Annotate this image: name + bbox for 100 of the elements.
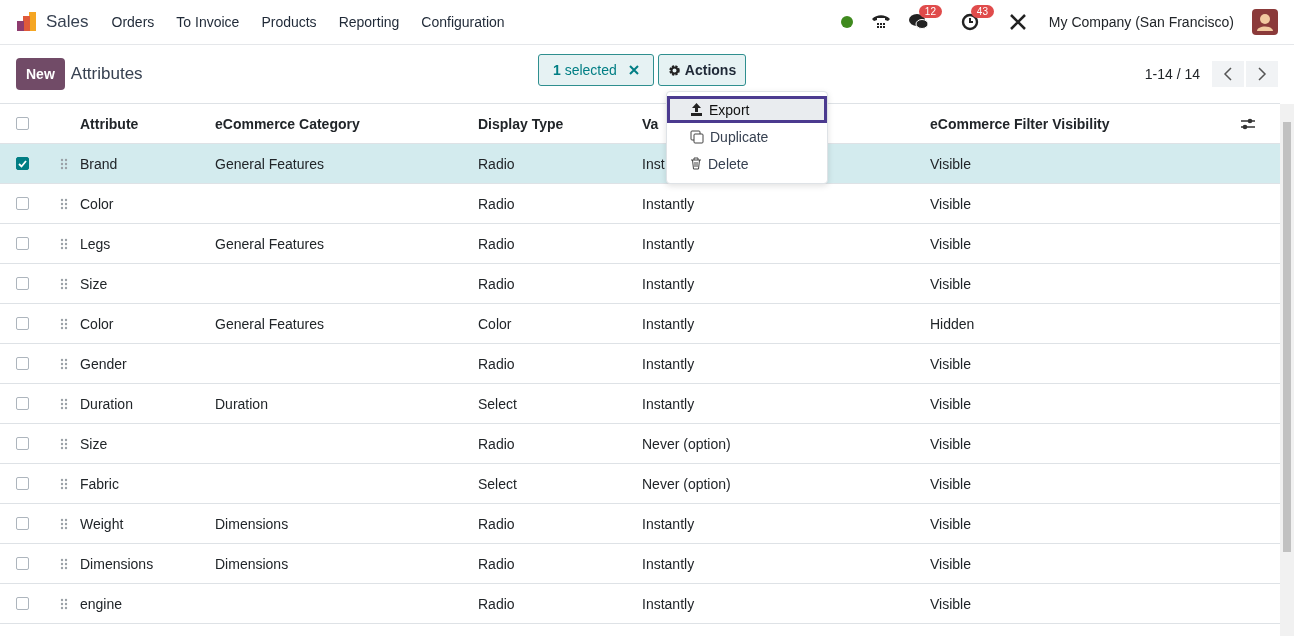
selection-button[interactable]: 1 selected [538, 54, 654, 86]
table-cell: Visible [930, 475, 971, 492]
row-checkbox[interactable] [16, 317, 29, 330]
row-checkbox[interactable] [16, 557, 29, 570]
table-cell: Visible [930, 595, 971, 612]
table-cell: Duration [215, 395, 268, 412]
copy-icon [690, 129, 704, 144]
menu-item[interactable]: Products [250, 14, 328, 30]
drag-handle-icon[interactable] [60, 597, 68, 610]
table-cell: Dimensions [215, 555, 289, 572]
activity-count-badge: 43 [970, 5, 994, 18]
table-cell: Never (option) [642, 475, 731, 492]
table-cell: Instantly [642, 275, 695, 292]
table-cell: Weight [80, 515, 124, 532]
table-cell: Radio [478, 275, 515, 292]
company-name[interactable]: My Company (San Francisco) [1048, 14, 1234, 30]
actions-button[interactable]: Actions [657, 54, 747, 86]
table-cell: Legs [80, 235, 111, 252]
new-button[interactable]: New [16, 58, 65, 90]
drag-handle-icon[interactable] [60, 317, 68, 330]
app-name[interactable]: Sales [46, 12, 89, 32]
table-cell: Radio [478, 235, 515, 252]
table-cell: Gender [80, 355, 127, 372]
menu-item[interactable]: Configuration [410, 14, 516, 30]
phone-icon[interactable] [870, 13, 891, 31]
pager-value[interactable]: 1-14 / 14 [1144, 66, 1200, 82]
row-checkbox[interactable] [16, 517, 29, 530]
table-cell: Radio [478, 355, 515, 372]
drag-handle-icon[interactable] [60, 357, 68, 370]
row-checkbox[interactable] [16, 237, 29, 250]
chevron-right-icon [1257, 67, 1267, 81]
scrollbar[interactable] [1280, 104, 1294, 636]
table-cell: Color [80, 315, 114, 332]
menu-item[interactable]: To Invoice [165, 14, 251, 30]
app-logo[interactable] [16, 11, 38, 33]
table-cell: Radio [478, 435, 515, 452]
previous-button[interactable] [1212, 61, 1244, 87]
table-cell: Visible [930, 555, 971, 572]
drag-handle-icon[interactable] [60, 437, 68, 450]
row-checkbox[interactable] [16, 197, 29, 210]
table-cell: General Features [215, 235, 324, 252]
table-cell: Dimensions [80, 555, 154, 572]
table-cell: Size [80, 275, 108, 292]
drag-handle-icon[interactable] [60, 557, 68, 570]
column-header[interactable]: Attribute [80, 115, 139, 132]
table-cell: Radio [478, 515, 515, 532]
drag-handle-icon[interactable] [60, 237, 68, 250]
next-button[interactable] [1246, 61, 1278, 87]
table-cell: Color [80, 195, 114, 212]
row-checkbox[interactable] [16, 117, 29, 130]
table-cell: Instantly [642, 235, 695, 252]
menu-item[interactable]: Orders [100, 14, 166, 30]
drag-handle-icon[interactable] [60, 157, 68, 170]
table-cell: Visible [930, 355, 971, 372]
column-header[interactable]: eCommerce Category [215, 115, 360, 132]
table-cell: Visible [930, 395, 971, 412]
menu-option[interactable]: Export [667, 96, 827, 123]
avatar[interactable] [1252, 9, 1278, 35]
clock-icon[interactable] [960, 13, 979, 31]
table-cell: Radio [478, 155, 515, 172]
row-checkbox[interactable] [16, 397, 29, 410]
row-checkbox[interactable] [16, 477, 29, 490]
chat-icon[interactable] [908, 13, 929, 31]
settings-icon [667, 63, 681, 77]
table-cell: Visible [930, 435, 971, 452]
table-cell: Visible [930, 195, 971, 212]
table-cell: General Features [215, 155, 324, 172]
status-dot [840, 16, 853, 28]
row-checkbox[interactable] [16, 357, 29, 370]
table-cell: Brand [80, 155, 118, 172]
drag-handle-icon[interactable] [60, 397, 68, 410]
column-header[interactable]: eCommerce Filter Visibility [930, 115, 1110, 132]
column-header[interactable]: Display Type [478, 115, 564, 132]
table-cell: Size [80, 435, 108, 452]
column-header[interactable]: Va [642, 115, 659, 132]
table-cell: Never (option) [642, 435, 731, 452]
upload-icon [690, 103, 703, 116]
menu-item[interactable]: Reporting [327, 14, 411, 30]
table-cell: Instantly [642, 395, 695, 412]
row-checkbox[interactable] [16, 277, 29, 290]
row-checkbox[interactable] [16, 157, 29, 170]
drag-handle-icon[interactable] [60, 517, 68, 530]
table-cell: Instantly [642, 595, 695, 612]
drag-handle-icon[interactable] [60, 477, 68, 490]
table-cell: Visible [930, 515, 971, 532]
table-cell: Select [478, 395, 517, 412]
table-cell: Radio [478, 555, 515, 572]
close-icon[interactable] [628, 65, 639, 75]
table-cell: Dimensions [215, 515, 289, 532]
drag-handle-icon[interactable] [60, 197, 68, 210]
row-checkbox[interactable] [16, 437, 29, 450]
table-cell: Radio [478, 595, 515, 612]
drag-handle-icon[interactable] [60, 277, 68, 290]
menu-option[interactable]: Duplicate [667, 123, 827, 150]
table-cell: Duration [80, 395, 133, 412]
chevron-left-icon [1223, 67, 1233, 81]
row-checkbox[interactable] [16, 597, 29, 610]
menu-option[interactable]: Delete [667, 150, 827, 177]
sliders-icon[interactable] [1240, 116, 1256, 131]
table-cell: Inst [642, 155, 665, 172]
